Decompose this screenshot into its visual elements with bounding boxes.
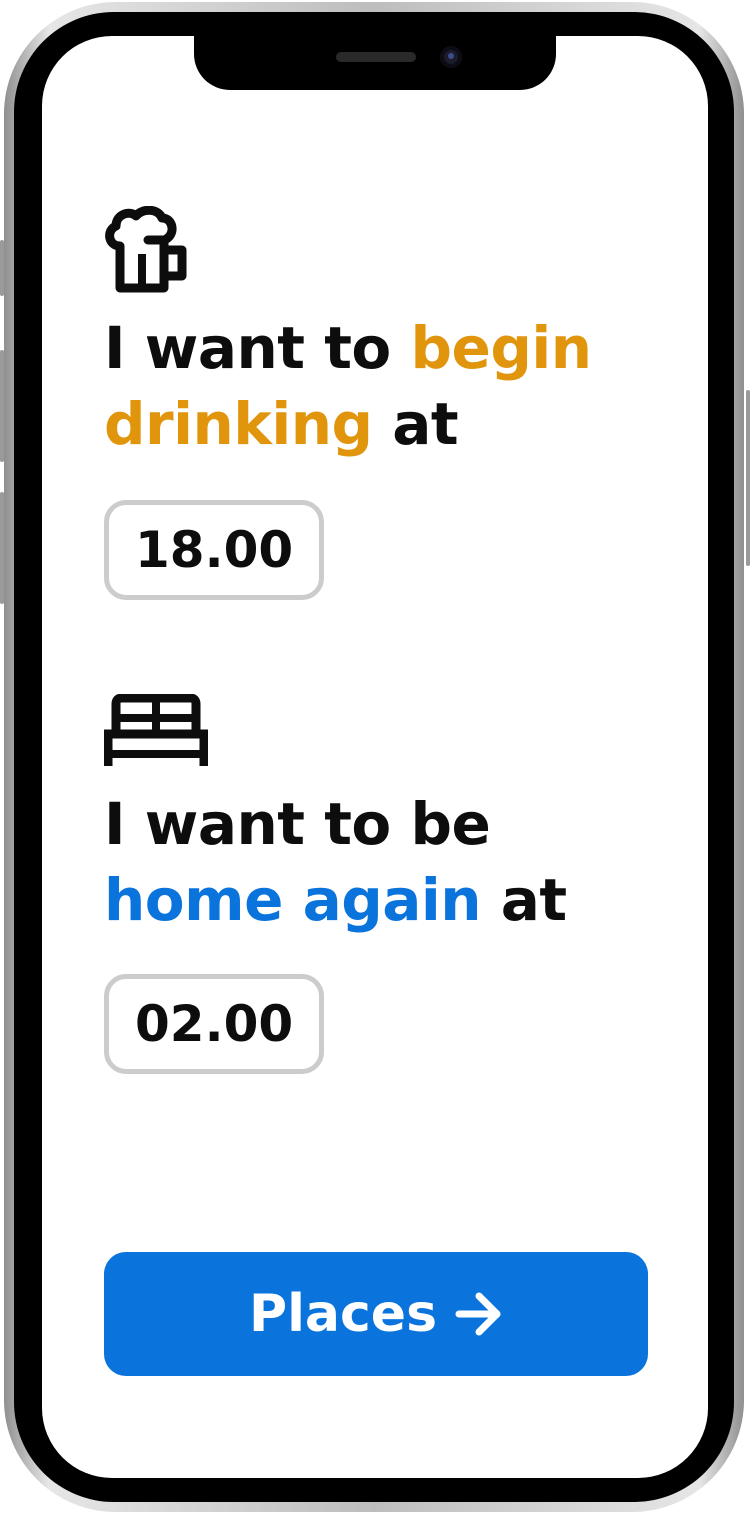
phone-device: I want to begin drinking at 18.00 I want… xyxy=(0,0,750,1516)
end-time-value: 02.00 xyxy=(135,995,294,1053)
home-prompt-prefix: I want to be xyxy=(104,790,491,858)
app-screen: I want to begin drinking at 18.00 I want… xyxy=(42,36,708,1478)
home-prompt-highlight: home again xyxy=(104,866,482,934)
drink-prompt-suffix: at xyxy=(372,390,459,458)
power-button xyxy=(746,390,750,566)
drink-prompt: I want to begin drinking at xyxy=(104,310,624,462)
places-button[interactable]: Places xyxy=(104,1252,648,1376)
start-time-value: 18.00 xyxy=(135,521,294,579)
bed-icon xyxy=(104,694,208,766)
places-button-label: Places xyxy=(248,1284,438,1344)
home-prompt-suffix: at xyxy=(481,866,567,934)
beer-mug-icon xyxy=(105,206,187,293)
home-prompt: I want to be home again at xyxy=(104,786,624,938)
end-time-input[interactable]: 02.00 xyxy=(104,974,325,1074)
start-time-input[interactable]: 18.00 xyxy=(104,500,325,600)
arrow-right-icon xyxy=(455,1292,501,1336)
drink-prompt-prefix: I want to xyxy=(104,314,411,382)
